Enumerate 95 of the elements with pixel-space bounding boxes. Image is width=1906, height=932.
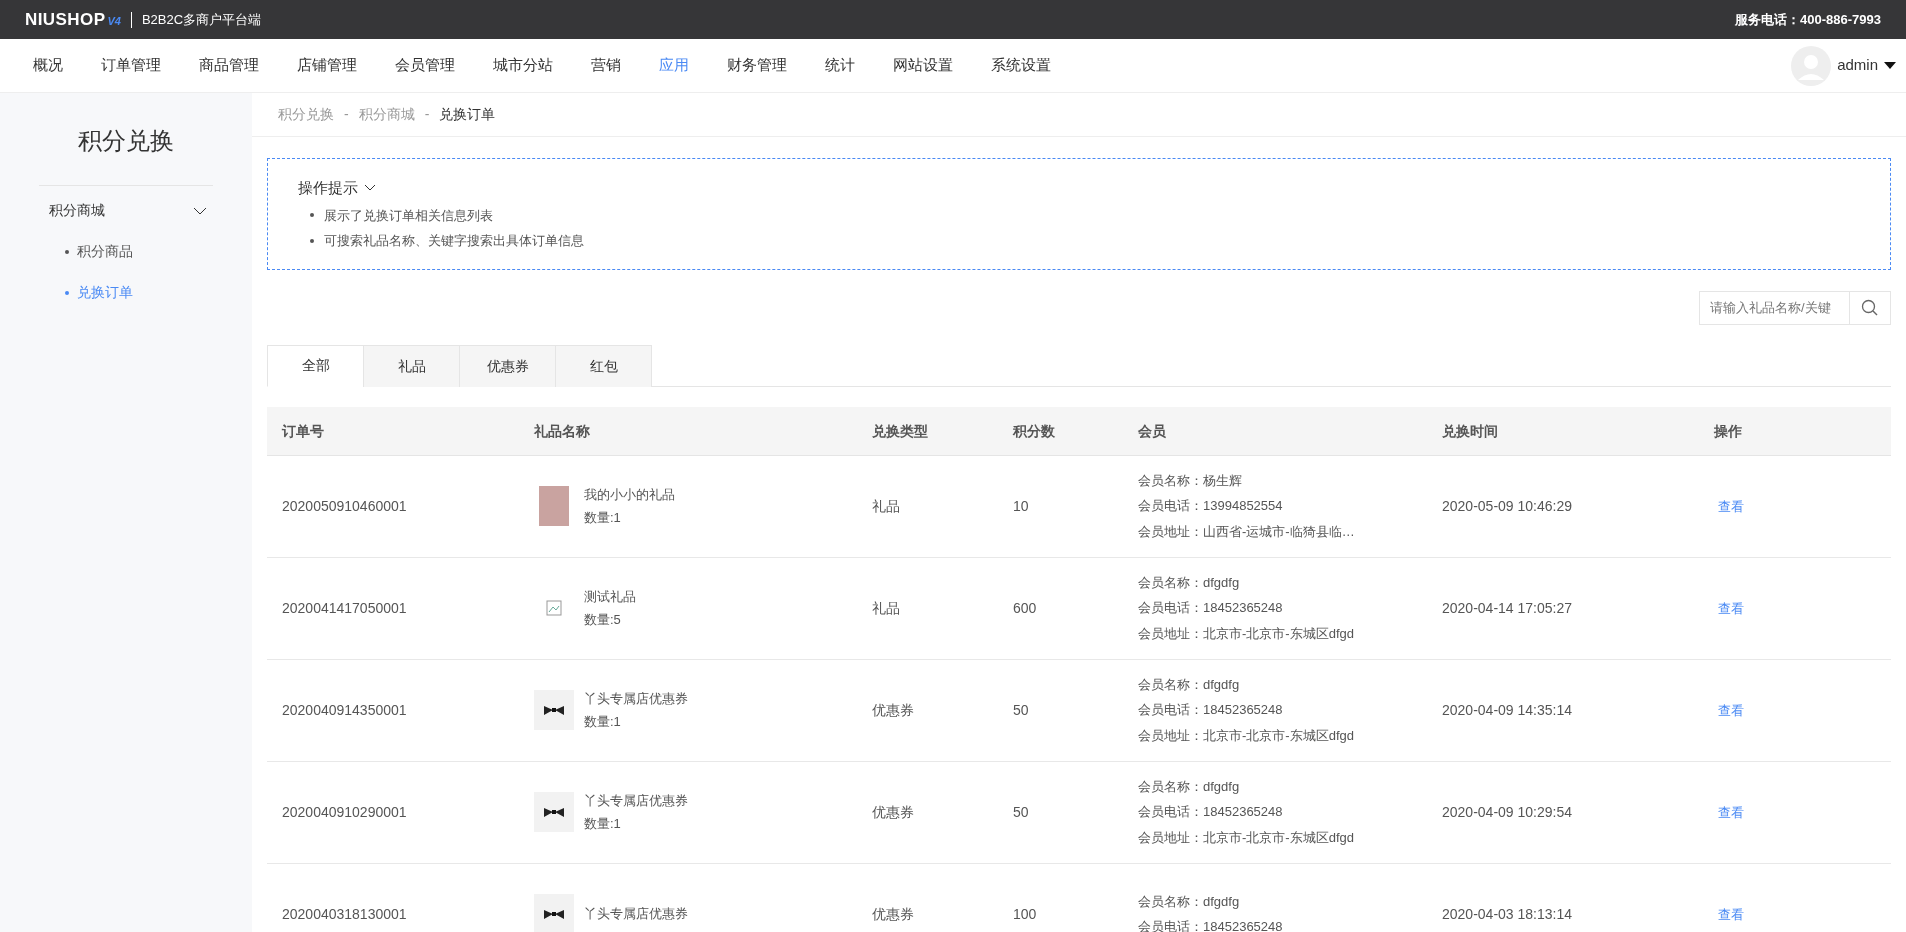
logo: NIUSHOP [25,8,106,31]
member-info: 会员地址：北京市-北京市-东城区dfgd [1138,726,1355,745]
gift-name: 测试礼品 [584,587,636,606]
sidebar-title: 积分兑换 [39,123,213,186]
search-field[interactable]: 请输入礼品名称/关键 [1699,290,1849,325]
tip-text: 可搜索礼品名称、关键字搜索出具体订单信息 [324,232,584,250]
member-info: 会员电话：18452365248 [1138,599,1284,618]
points: 600 [1013,599,1037,616]
sidebar-item[interactable]: 积分商品 [39,241,213,262]
nav-link[interactable]: 统计 [806,54,874,77]
caret-icon[interactable] [1884,61,1896,70]
tab[interactable]: 优惠券 [459,344,556,387]
member-info: 会员电话：18452365248 [1138,918,1284,932]
view-link[interactable]: 查看 [1718,906,1744,922]
gift-name: 丫头专属店优惠券 [584,791,688,810]
member-info: 会员电话：13994852554 [1138,497,1284,516]
gift-quantity: 数量:5 [584,611,622,629]
member-info: 会员电话：18452365248 [1138,803,1284,822]
gift-quantity: 数量:1 [584,713,622,731]
bowtie-image [534,792,574,832]
nav-link[interactable]: 概况 [14,54,82,77]
service-phone: 服务电话：400-886-7993 [1735,10,1881,29]
gift-name: 我的小小的礼品 [584,485,675,504]
chevron-icon [193,206,207,215]
order-number: 2020041417050001 [282,599,407,616]
exchange-type: 礼品 [872,497,900,514]
column-header: 礼品名称 [534,422,590,439]
column-header: 操作 [1714,422,1742,439]
chevron-icon[interactable] [364,184,376,193]
platform-name: B2B2C多商户平台端 [141,10,262,29]
gift-quantity: 数量:1 [584,509,622,527]
points: 10 [1013,497,1029,514]
column-header: 积分数 [1013,422,1055,439]
points: 50 [1013,803,1029,820]
gift-quantity: 数量:1 [584,815,622,833]
user-name[interactable]: admin [1837,54,1878,77]
tips-title: 操作提示 [298,178,358,198]
exchange-time: 2020-04-03 18:13:14 [1442,905,1572,922]
exchange-type: 优惠券 [872,905,914,922]
member-info: 会员地址：北京市-北京市-东城区dfgd [1138,828,1355,847]
nav-link[interactable]: 系统设置 [972,54,1070,77]
view-link[interactable]: 查看 [1718,702,1744,718]
exchange-time: 2020-04-09 10:29:54 [1442,803,1572,820]
column-header: 会员 [1138,422,1166,439]
tab[interactable]: 全部 [267,344,364,387]
nav-link[interactable]: 网站设置 [874,54,972,77]
member-info: 会员地址：山西省-运城市-临猗县临… [1138,522,1356,541]
exchange-time: 2020-04-09 14:35:14 [1442,701,1572,718]
broken-image-icon [546,600,562,616]
column-header: 兑换类型 [872,422,928,439]
tab[interactable]: 礼品 [363,344,460,387]
exchange-time: 2020-05-09 10:46:29 [1442,497,1572,514]
view-link[interactable]: 查看 [1718,498,1744,514]
bowtie-image [534,690,574,730]
order-number: 2020050910460001 [282,497,407,514]
member-info: 会员名称：dfgdfg [1138,573,1241,592]
member-info: 会员名称：dfgdfg [1138,777,1241,796]
nav-link[interactable]: 城市分站 [474,54,572,77]
breadcrumb-separator: - [344,105,349,124]
nav-link[interactable]: 会员管理 [376,54,474,77]
logo-version: V4 [107,14,121,30]
tip-text: 展示了兑换订单相关信息列表 [324,206,493,225]
exchange-type: 优惠券 [872,803,914,820]
member-info: 会员名称：dfgdfg [1138,892,1241,911]
order-number: 2020040914350001 [282,701,407,718]
gift-name: 丫头专属店优惠券 [584,689,688,708]
gift-name: 丫头专属店优惠券 [584,905,688,924]
column-header: 订单号 [282,422,324,439]
photo-placeholder [539,486,569,526]
tab[interactable]: 红包 [555,344,652,387]
exchange-type: 优惠券 [872,701,914,718]
order-number: 2020040910290001 [282,803,407,820]
bowtie-image [534,894,574,932]
nav-link[interactable]: 财务管理 [708,54,806,77]
column-header: 兑换时间 [1442,422,1498,439]
nav-link[interactable]: 营销 [572,54,640,77]
breadcrumb-separator: - [424,105,430,124]
points: 100 [1013,905,1037,922]
member-info: 会员电话：18452365248 [1138,701,1284,720]
member-info: 会员名称：dfgdfg [1138,675,1241,694]
nav-link[interactable]: 订单管理 [82,54,180,77]
view-link[interactable]: 查看 [1718,600,1744,616]
nav-link[interactable]: 店铺管理 [278,54,376,77]
search-icon [1861,298,1879,317]
view-link[interactable]: 查看 [1718,804,1744,820]
member-info: 会员地址：北京市-北京市-东城区dfgd [1138,624,1355,643]
breadcrumb-link[interactable]: 兑换订单 [439,104,496,125]
exchange-type: 礼品 [872,599,900,616]
order-number: 2020040318130001 [282,905,407,922]
nav-link[interactable]: 商品管理 [180,54,278,77]
search-button[interactable] [1849,290,1891,325]
exchange-time: 2020-04-14 17:05:27 [1442,599,1572,616]
sidebar-group[interactable]: 积分商城 [39,200,213,221]
points: 50 [1013,701,1029,718]
member-info: 会员名称：杨生辉 [1138,471,1243,490]
